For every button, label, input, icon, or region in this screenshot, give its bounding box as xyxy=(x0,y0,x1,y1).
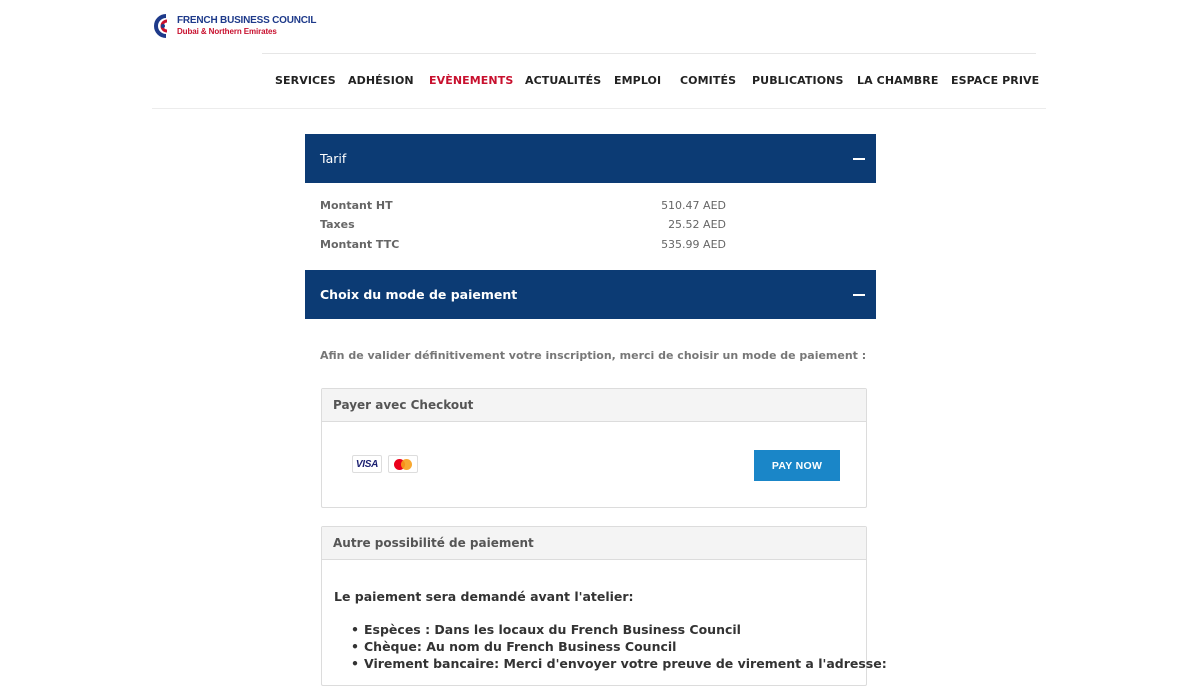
price-value: 535.99 AED xyxy=(661,238,726,251)
nav-item-emploi[interactable]: EMPLOI xyxy=(614,74,661,87)
payment-accordion-header[interactable]: Choix du mode de paiement xyxy=(305,270,876,319)
logo-title: FRENCH BUSINESS COUNCIL xyxy=(177,15,317,26)
tarif-accordion-header[interactable]: Tarif xyxy=(305,134,876,183)
price-row-ht: Montant HT 510.47 AED xyxy=(320,199,726,215)
fbc-logo-icon xyxy=(152,13,174,39)
alternative-payment-panel: Autre possibilité de paiement Le paiemen… xyxy=(321,526,887,686)
price-label: Montant HT xyxy=(320,199,393,212)
header-divider xyxy=(262,53,1036,54)
tarif-title: Tarif xyxy=(320,151,347,166)
nav-item-publications[interactable]: PUBLICATIONS xyxy=(752,74,844,87)
alternative-lead-text: Le paiement sera demandé avant l'atelier… xyxy=(334,589,634,604)
payment-title: Choix du mode de paiement xyxy=(320,287,518,302)
nav-item-actualites[interactable]: ACTUALITÉS xyxy=(525,74,601,87)
nav-item-la-chambre[interactable]: LA CHAMBRE xyxy=(857,74,938,87)
list-item: Chèque: Au nom du French Business Counci… xyxy=(351,638,887,655)
mastercard-icon xyxy=(388,455,418,473)
nav-item-services[interactable]: SERVICES xyxy=(275,74,336,87)
payment-intro-text: Afin de valider définitivement votre ins… xyxy=(320,349,867,362)
list-item: Espèces : Dans les locaux du French Busi… xyxy=(351,621,887,638)
main-nav: SERVICES ADHÉSION EVÈNEMENTS ACTUALITÉS … xyxy=(0,74,1200,90)
minus-icon[interactable] xyxy=(853,293,865,296)
price-value: 25.52 AED xyxy=(668,218,726,231)
list-item: Virement bancaire: Merci d'envoyer votre… xyxy=(351,655,887,672)
card-logos: VISA xyxy=(352,455,418,473)
price-value: 510.47 AED xyxy=(661,199,726,212)
price-row-ttc: Montant TTC 535.99 AED xyxy=(320,238,726,254)
minus-icon[interactable] xyxy=(853,157,865,160)
nav-item-adhesion[interactable]: ADHÉSION xyxy=(348,74,414,87)
nav-divider xyxy=(152,108,1046,109)
site-logo[interactable]: FRENCH BUSINESS COUNCIL Dubai & Northern… xyxy=(152,12,316,40)
price-label: Taxes xyxy=(320,218,355,231)
nav-item-comites[interactable]: COMITÉS xyxy=(680,74,736,87)
alternative-panel-header: Autre possibilité de paiement xyxy=(322,527,866,560)
visa-icon: VISA xyxy=(352,455,382,473)
payment-options-list: Espèces : Dans les locaux du French Busi… xyxy=(334,621,887,672)
logo-subtitle: Dubai & Northern Emirates xyxy=(177,27,277,36)
nav-item-evenements[interactable]: EVÈNEMENTS xyxy=(429,74,513,87)
price-row-taxes: Taxes 25.52 AED xyxy=(320,218,726,234)
nav-item-espace-prive[interactable]: ESPACE PRIVE xyxy=(951,74,1039,87)
pay-now-button[interactable]: PAY NOW xyxy=(754,450,840,481)
checkout-panel-header: Payer avec Checkout xyxy=(322,389,866,422)
checkout-panel: Payer avec Checkout VISA PAY NOW xyxy=(321,388,867,508)
price-label: Montant TTC xyxy=(320,238,400,251)
